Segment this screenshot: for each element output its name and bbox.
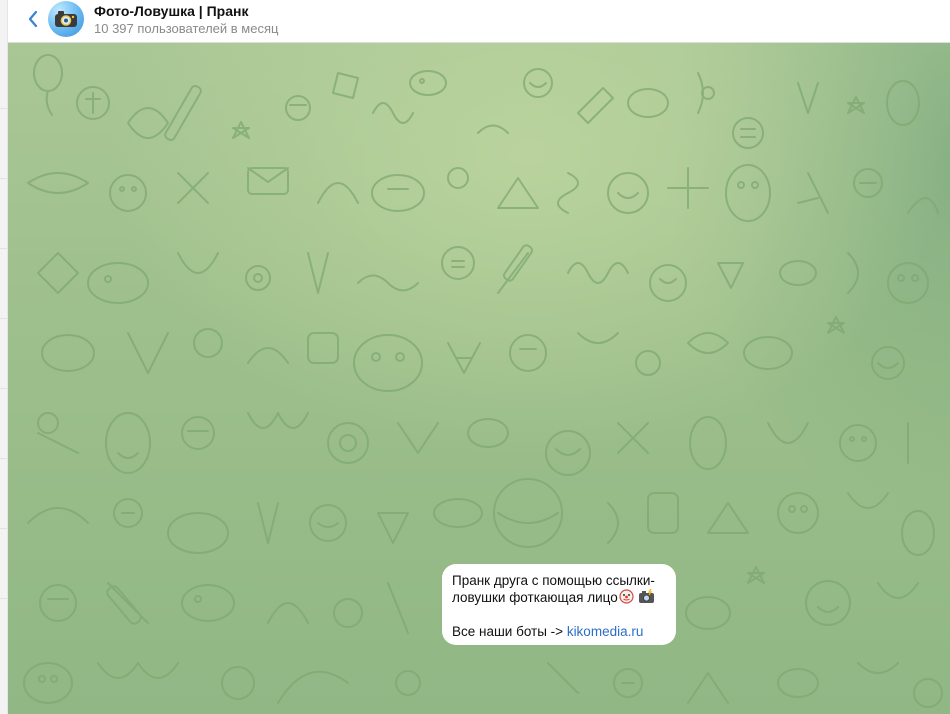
message-bubble[interactable]: Пранк друга с помощью ссылки- ловушки фо… <box>442 564 676 645</box>
chat-header: Фото-Ловушка | Пранк 10 397 пользователе… <box>8 0 950 43</box>
message-line-1: Пранк друга с помощью ссылки- <box>452 573 655 588</box>
divider <box>0 388 7 389</box>
website-link[interactable]: kikomedia.ru <box>567 624 644 639</box>
divider <box>0 458 7 459</box>
divider <box>0 108 7 109</box>
back-button[interactable] <box>22 8 44 30</box>
page-title[interactable]: Фото-Ловушка | Пранк <box>94 3 248 19</box>
message-spacer <box>452 608 666 623</box>
divider <box>0 528 7 529</box>
camera-icon <box>55 11 77 27</box>
camera-flash-emoji-icon <box>638 588 655 608</box>
subscriber-count: 10 397 пользователей в месяц <box>94 21 279 36</box>
bots-prefix: Все наши боты -> <box>452 624 567 639</box>
back-arrow-icon <box>28 10 38 28</box>
divider <box>0 318 7 319</box>
avatar[interactable] <box>48 1 84 37</box>
divider <box>0 248 7 249</box>
chat-area: Пранк друга с помощью ссылки- ловушки фо… <box>8 43 950 714</box>
message-line-2-text: ловушки фоткающая лицо <box>452 590 618 605</box>
message-line-2: ловушки фоткающая лицо <box>452 588 666 608</box>
divider <box>0 598 7 599</box>
message-line-3: Все наши боты -> kikomedia.ru <box>452 623 666 640</box>
clown-face-emoji-icon <box>619 589 634 608</box>
left-panel-edge <box>0 0 8 714</box>
divider <box>0 178 7 179</box>
